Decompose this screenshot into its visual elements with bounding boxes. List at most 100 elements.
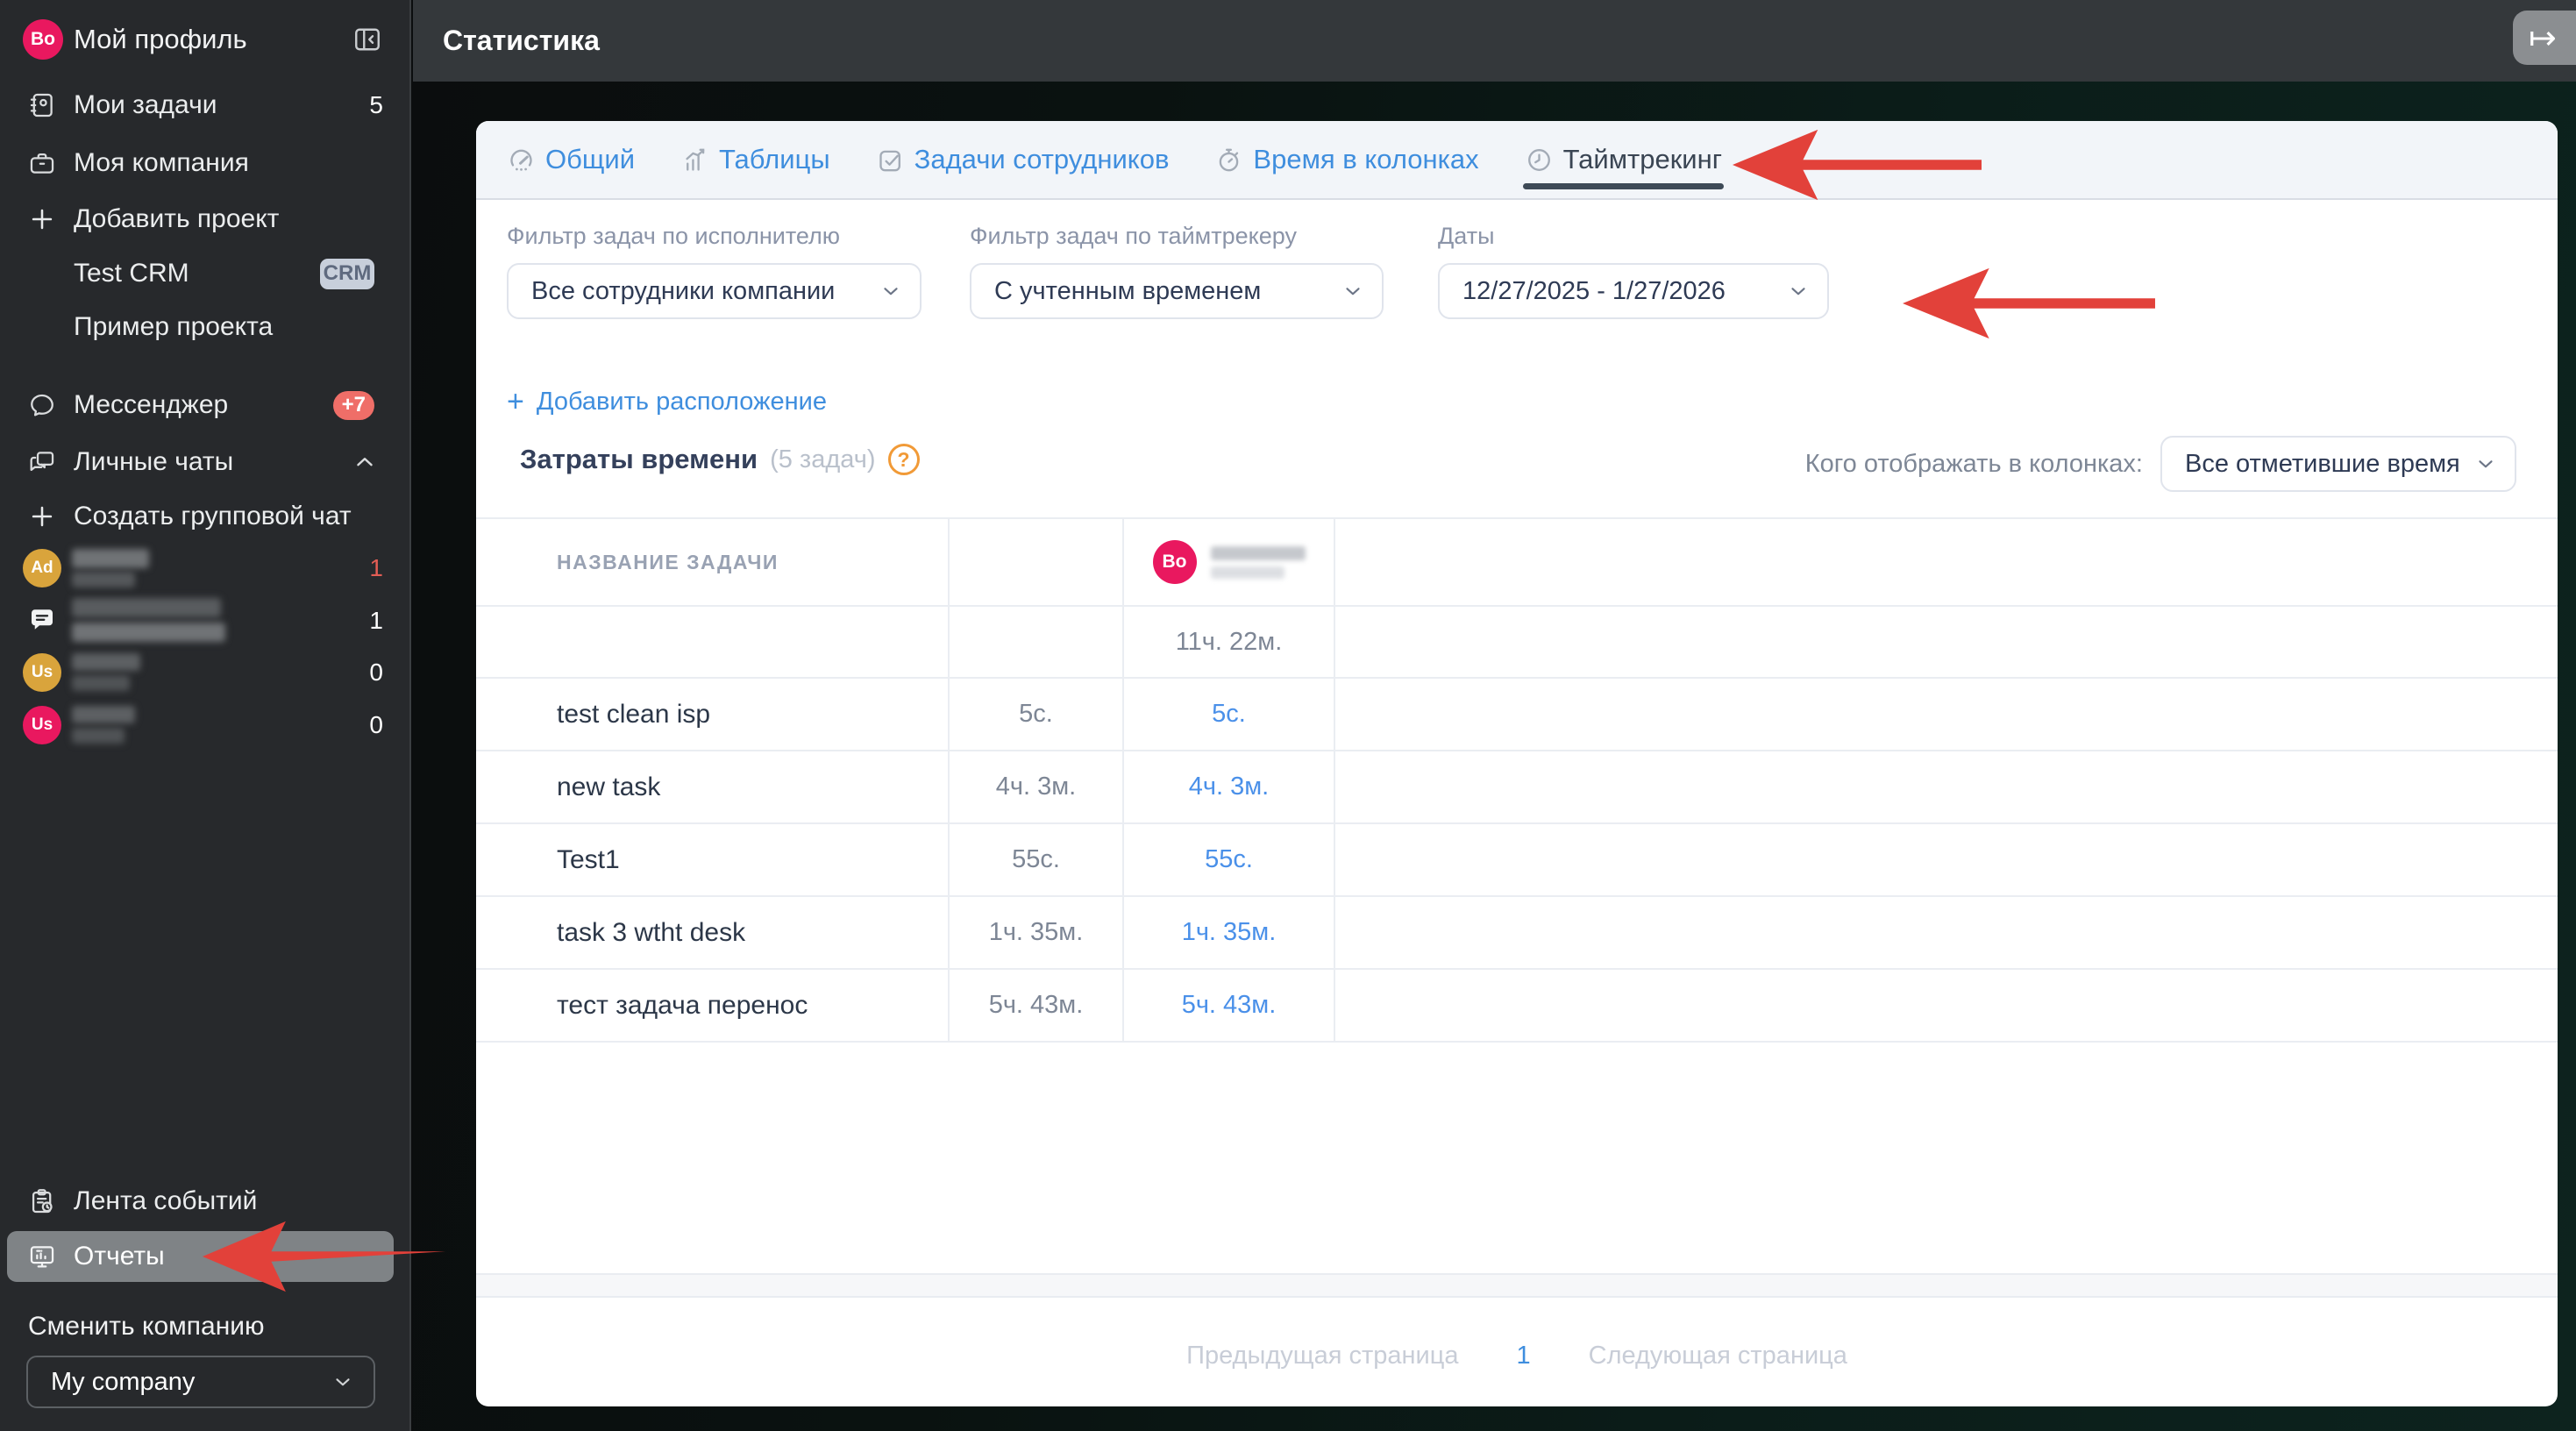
user-task-time-link[interactable]: 55с.: [1205, 845, 1253, 874]
sidebar-item-reports[interactable]: Отчеты: [0, 1232, 411, 1281]
events-feed-icon: [26, 1185, 58, 1217]
collapse-panel-button[interactable]: ↦: [2513, 11, 2576, 65]
table-row[interactable]: тест задача перенос 5ч. 43м. 5ч. 43м.: [476, 970, 2558, 1043]
tab-label: Задачи сотрудников: [914, 144, 1170, 174]
unread-count: 0: [369, 659, 383, 686]
columns-filter-dropdown[interactable]: Все отметившие время: [2160, 436, 2516, 492]
filter-dates-dropdown[interactable]: 12/27/2025 - 1/27/2026: [1438, 263, 1829, 319]
table-header-row: НАЗВАНИЕ ЗАДАЧИ Bo: [476, 517, 2558, 607]
task-name[interactable]: task 3 wtht desk: [557, 918, 745, 948]
dropdown-value: Все отметившие время: [2185, 449, 2460, 478]
redacted-chat-name: [72, 549, 149, 568]
time-section-heading: Затраты времени (5 задач) ?: [520, 444, 920, 475]
filter-timetracker-dropdown[interactable]: С учтенным временем: [970, 263, 1384, 319]
top-bar: Статистика ↦: [413, 0, 2576, 82]
task-name[interactable]: Test1: [557, 845, 620, 875]
sidebar-item-project-example[interactable]: Пример проекта: [0, 303, 411, 352]
company-select[interactable]: My company: [26, 1356, 375, 1408]
user-total-time: 11ч. 22м.: [1175, 627, 1283, 656]
task-name[interactable]: тест задача перенос: [557, 991, 808, 1021]
app-window: Bo Мой профиль Мои задачи 5 Моя компания…: [0, 0, 2576, 1431]
task-name[interactable]: test clean isp: [557, 700, 710, 730]
avatar[interactable]: Bo: [23, 19, 63, 60]
add-location-label: Добавить расположение: [536, 387, 827, 416]
unread-count: 1: [369, 607, 383, 634]
bar-chart-icon: [680, 146, 709, 174]
tab-employee-tasks[interactable]: Задачи сотрудников: [876, 121, 1170, 198]
chat-list-item[interactable]: Ad 1: [0, 544, 411, 593]
tab-time-in-columns[interactable]: Время в колонках: [1214, 121, 1479, 198]
plus-icon: [26, 501, 58, 532]
horizontal-scrollbar[interactable]: [476, 1273, 2558, 1298]
sidebar-item-label: Личные чаты: [74, 447, 234, 476]
unread-count: 0: [369, 711, 383, 738]
arrow-from-bar-icon: ↦: [2529, 19, 2557, 57]
sidebar-item-create-group-chat[interactable]: Создать групповой чат: [0, 492, 411, 541]
filter-assignee-label: Фильтр задач по исполнителю: [507, 223, 841, 249]
chevron-down-icon: [331, 1370, 354, 1393]
pagination: Предыдущая страница 1 Следующая страница: [476, 1329, 2558, 1382]
tab-label: Общий: [545, 144, 636, 174]
user-task-time-link[interactable]: 5ч. 43м.: [1182, 991, 1277, 1020]
change-company-label: Сменить компанию: [28, 1312, 265, 1341]
add-location-link[interactable]: + Добавить расположение: [507, 387, 827, 416]
user-task-time-link[interactable]: 1ч. 35м.: [1182, 918, 1277, 947]
redacted-chat-name: [72, 572, 135, 587]
tab-timetracking[interactable]: Таймтрекинг: [1522, 121, 1725, 198]
sidebar-item-my-company[interactable]: Моя компания: [0, 139, 411, 188]
task-total-time: 1ч. 35м.: [988, 918, 1084, 946]
tab-label: Время в колонках: [1253, 144, 1479, 174]
project-badge: CRM: [320, 258, 374, 289]
section-title: Затраты времени: [520, 444, 758, 474]
unread-count: 1: [369, 554, 383, 581]
table-row[interactable]: new task 4ч. 3м. 4ч. 3м.: [476, 751, 2558, 824]
dropdown-value: Все сотрудники компании: [531, 276, 836, 305]
sidebar-item-project-test-crm[interactable]: Test CRM CRM: [0, 249, 411, 298]
column-header-user[interactable]: Bo: [1152, 540, 1306, 584]
user-task-time-link[interactable]: 4ч. 3м.: [1189, 772, 1269, 801]
sidebar: Bo Мой профиль Мои задачи 5 Моя компания…: [0, 0, 411, 1431]
redacted-chat-name: [72, 653, 140, 671]
help-icon[interactable]: ?: [887, 444, 920, 475]
sidebar-item-add-project[interactable]: Добавить проект: [0, 195, 411, 244]
chat-list-item[interactable]: Us 0: [0, 648, 411, 697]
statistics-tabs: Общий Таблицы Задачи сотрудников Время в…: [476, 121, 2558, 200]
sidebar-item-label: Мессенджер: [74, 390, 229, 419]
table-totals-row: 11ч. 22м.: [476, 607, 2558, 679]
user-task-time-link[interactable]: 5с.: [1212, 700, 1246, 729]
chat-list-item[interactable]: Us 0: [0, 701, 411, 750]
chat-list-item[interactable]: 1: [0, 596, 411, 645]
sidebar-item-label: Лента событий: [74, 1186, 258, 1215]
main-area: Общий Таблицы Задачи сотрудников Время в…: [413, 82, 2576, 1431]
plus-icon: [26, 203, 58, 235]
sidebar-profile[interactable]: Bo Мой профиль: [0, 15, 411, 64]
filter-assignee-dropdown[interactable]: Все сотрудники компании: [507, 263, 922, 319]
stopwatch-icon: [1214, 146, 1243, 174]
sidebar-item-events-feed[interactable]: Лента событий: [0, 1177, 411, 1226]
project-label: Пример проекта: [74, 312, 274, 341]
chevron-up-icon[interactable]: [349, 446, 381, 478]
table-row[interactable]: Test1 55с. 55с.: [476, 824, 2558, 897]
task-total-time: 5ч. 43м.: [988, 991, 1084, 1019]
collapse-sidebar-icon[interactable]: [351, 23, 384, 56]
checkbox-icon: [876, 146, 905, 174]
sidebar-item-label: Создать групповой чат: [74, 502, 352, 530]
tab-general[interactable]: Общий: [507, 121, 635, 198]
table-row[interactable]: test clean isp 5с. 5с.: [476, 679, 2558, 751]
chevron-down-icon: [879, 280, 902, 303]
task-total-time: 4ч. 3м.: [995, 772, 1077, 801]
previous-page-button[interactable]: Предыдущая страница: [1186, 1342, 1458, 1370]
question-glyph: ?: [897, 447, 910, 471]
next-page-button[interactable]: Следующая страница: [1589, 1342, 1847, 1370]
sidebar-item-personal-chats[interactable]: Личные чаты: [0, 438, 411, 487]
current-page-number[interactable]: 1: [1516, 1342, 1530, 1370]
tab-tables[interactable]: Таблицы: [680, 121, 830, 198]
sidebar-item-my-tasks[interactable]: Мои задачи 5: [0, 81, 411, 130]
table-row[interactable]: task 3 wtht desk 1ч. 35м. 1ч. 35м.: [476, 897, 2558, 970]
redacted-chat-name: [72, 598, 221, 617]
task-name[interactable]: new task: [557, 772, 660, 802]
sidebar-item-messenger[interactable]: Мессенджер +7: [0, 381, 411, 430]
sidebar-item-label: Отчеты: [74, 1242, 165, 1271]
column-header-task-name: НАЗВАНИЕ ЗАДАЧИ: [557, 550, 779, 573]
redacted-chat-name: [72, 706, 135, 723]
